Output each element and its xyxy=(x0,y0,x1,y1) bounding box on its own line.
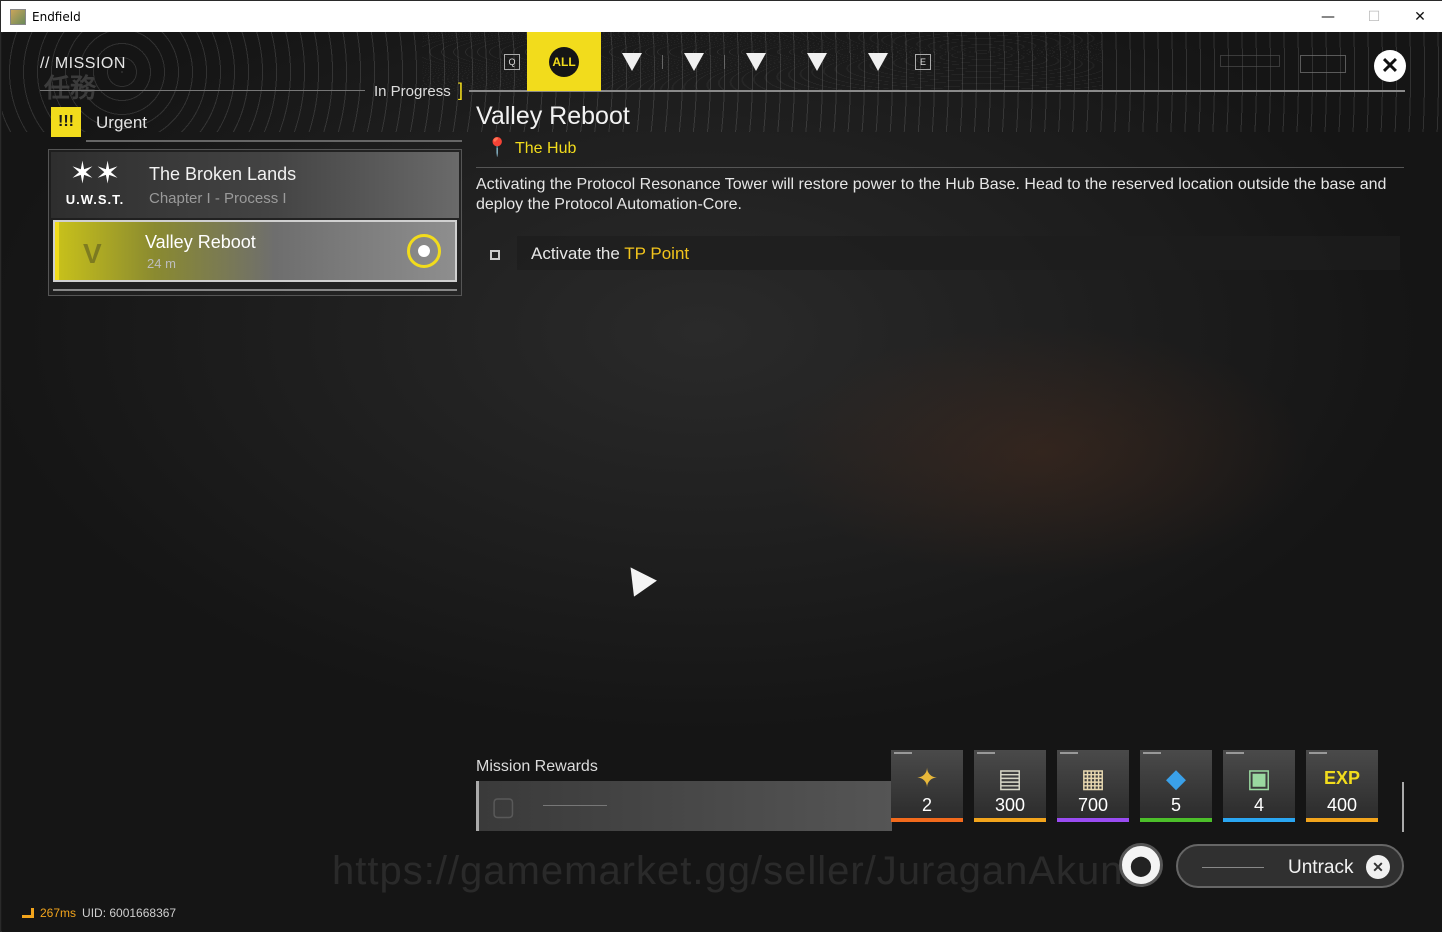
tab-main-missions[interactable] xyxy=(601,32,662,91)
reward-quantity: 400 xyxy=(1326,795,1358,815)
mission-header-title: // MISSION xyxy=(40,55,126,72)
locate-on-map-button[interactable]: ⬤ xyxy=(1119,843,1163,887)
tab-all[interactable]: ALL xyxy=(527,32,601,91)
side-mission-icon xyxy=(683,52,704,71)
mission-type-icon: V xyxy=(83,238,102,269)
main-mission-icon xyxy=(621,52,642,71)
gold-crystal-icon: ✦ xyxy=(916,762,938,793)
objective-checkbox-icon xyxy=(490,250,500,260)
title-bar: Endfield — ☐ ✕ xyxy=(1,1,1442,32)
chapter-header[interactable]: ✶✶ U.W.S.T. The Broken Lands Chapter I -… xyxy=(51,152,459,218)
mission-description: Activating the Protocol Resonance Tower … xyxy=(476,176,1387,213)
mission-item-name: Valley Reboot xyxy=(145,232,256,252)
urgent-divider xyxy=(86,140,462,142)
exp-icon: EXP xyxy=(1323,767,1361,788)
tab-event-missions[interactable] xyxy=(725,32,786,91)
reward-item[interactable]: ▣ 4 xyxy=(1223,750,1295,822)
objective-text: Activate the TP Point xyxy=(531,244,690,263)
q-key-icon: Q xyxy=(504,53,520,70)
location-name: The Hub xyxy=(515,140,577,157)
cursor-icon xyxy=(619,559,657,597)
reward-item[interactable]: ▦ 700 xyxy=(1057,750,1129,822)
urgent-label: Urgent xyxy=(96,113,148,132)
all-tab-icon: ALL xyxy=(549,46,579,77)
mission-screen: 任務 // MISSION In Progress ] Q ALL E ✕ !!… xyxy=(2,32,1442,932)
in-progress-bracket: ] xyxy=(458,80,464,100)
rewards-list: ✦ 2 ▤ 300 ▦ 700 ◆ 5 ▣ 4 EXP 400 xyxy=(891,750,1378,822)
e-key-icon: E xyxy=(915,53,931,70)
mission-item-distance: 24 m xyxy=(147,256,176,271)
uwst-logo-icon: ✶✶ U.W.S.T. xyxy=(65,156,125,207)
tab-side-missions[interactable] xyxy=(663,32,724,91)
tab-next-key[interactable]: E xyxy=(908,32,938,91)
reward-item[interactable]: ✦ 2 xyxy=(891,750,963,822)
urgent-icon: !!! xyxy=(51,107,81,137)
hud-deco-2 xyxy=(1300,55,1346,73)
detail-title: Valley Reboot xyxy=(476,102,630,130)
reward-quantity: 4 xyxy=(1253,795,1264,815)
location-pin-icon: 📍 xyxy=(486,137,509,157)
reward-quantity: 5 xyxy=(1170,795,1181,815)
mission-list: ✶✶ U.W.S.T. The Broken Lands Chapter I -… xyxy=(48,149,462,296)
mission-tabs: Q ALL E xyxy=(497,32,938,91)
chapter-name: The Broken Lands xyxy=(149,164,297,184)
tab-daily-missions[interactable] xyxy=(786,32,847,91)
reward-quantity: 2 xyxy=(921,795,932,815)
uid-label: UID: 6001668367 xyxy=(82,906,177,920)
mission-item-valley-reboot[interactable]: V Valley Reboot 24 m xyxy=(53,220,457,282)
chapter-subtitle: Chapter I - Process I xyxy=(149,190,287,207)
event-mission-icon xyxy=(745,52,766,71)
detail-divider xyxy=(476,167,1404,168)
untrack-close-icon: ✕ xyxy=(1366,855,1390,879)
reward-item[interactable]: EXP 400 xyxy=(1306,750,1378,822)
untrack-label: Untrack xyxy=(1288,857,1354,878)
ping-value: 267ms xyxy=(40,906,77,920)
reward-quantity: 300 xyxy=(994,795,1026,815)
other-mission-icon xyxy=(867,52,888,71)
minimize-button[interactable]: — xyxy=(1305,1,1351,32)
daily-mission-icon xyxy=(806,52,827,71)
window-close-button[interactable]: ✕ xyxy=(1397,1,1442,32)
signal-icon xyxy=(22,908,34,918)
objective-row: Activate the TP Point xyxy=(517,236,1400,270)
ticket-icon: ▤ xyxy=(997,762,1023,793)
network-status: 267ms UID: 6001668367 xyxy=(22,906,176,920)
tracking-target-icon[interactable] xyxy=(407,234,441,268)
rewards-box-icon: ▢ xyxy=(491,791,516,821)
maximize-button[interactable]: ☐ xyxy=(1351,1,1397,32)
close-mission-button[interactable]: ✕ xyxy=(1374,50,1406,82)
game-window: Endfield — ☐ ✕ 任務 // MISSION In Progress… xyxy=(0,0,1442,932)
rewards-label: Mission Rewards xyxy=(476,758,598,775)
objective-highlight: TP Point xyxy=(624,244,690,263)
map-pin-icon: ⬤ xyxy=(1129,854,1153,877)
tab-prev-key[interactable]: Q xyxy=(497,32,527,91)
tab-other-missions[interactable] xyxy=(847,32,908,91)
app-icon xyxy=(10,8,26,25)
reward-item[interactable]: ▤ 300 xyxy=(974,750,1046,822)
hud-deco xyxy=(1220,55,1280,67)
reward-quantity: 700 xyxy=(1077,795,1109,815)
exp-card-icon: ◆ xyxy=(1166,762,1186,793)
mission-deco-glyph: 任務 xyxy=(44,74,97,104)
window-title: Endfield xyxy=(32,9,81,24)
header-divider xyxy=(40,90,365,91)
close-icon: ✕ xyxy=(1380,53,1400,78)
untrack-button[interactable]: Untrack ✕ xyxy=(1176,844,1404,888)
rewards-bar: ▢ xyxy=(476,781,892,831)
currency-notes-icon: ▦ xyxy=(1080,762,1106,793)
reward-item[interactable]: ◆ 5 xyxy=(1140,750,1212,822)
in-progress-label: In Progress xyxy=(374,83,451,100)
module-icon: ▣ xyxy=(1246,762,1272,793)
watermark-text: https://gamemarket.gg/seller/JuraganAkun xyxy=(332,849,1124,893)
